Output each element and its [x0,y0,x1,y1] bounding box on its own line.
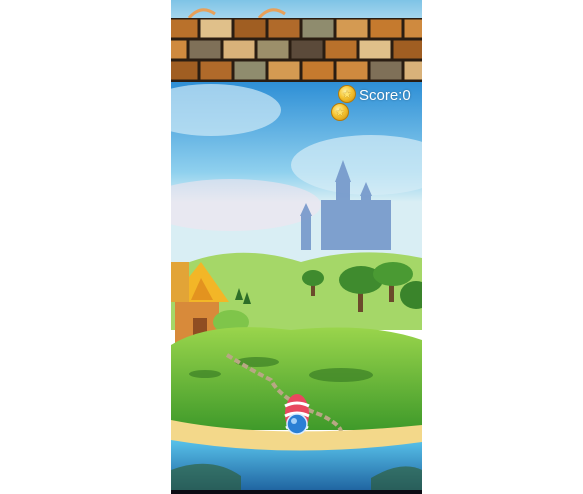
brick [171,61,198,80]
brick [302,19,334,38]
brick [171,19,198,38]
score-label: Score:0 [359,87,411,104]
brick-wall [171,18,422,83]
candy-bubble-launcher-icon[interactable] [282,394,312,444]
brick [257,40,289,59]
star-icon: ★ [335,105,345,119]
hill-shadow [309,368,373,382]
coin-star-icon: ★ [338,85,356,103]
brick [200,61,232,80]
brick [404,61,422,80]
hill-shadow [189,370,221,378]
bottom-bar [171,490,422,494]
brick [171,40,187,59]
brick [336,61,368,80]
brick [234,19,266,38]
brick [268,61,300,80]
hill-shadow [235,357,279,367]
brick [404,19,422,38]
coin-star-icon: ★ [331,103,349,121]
game-area[interactable]: ★ ★ Score:0 [171,0,422,494]
brick [325,40,357,59]
brick [189,40,221,59]
brick [223,40,255,59]
brick [302,61,334,80]
brick [291,40,323,59]
next-bubble [286,413,308,435]
brick [359,40,391,59]
brick [370,19,402,38]
brick [393,40,422,59]
brick [268,19,300,38]
brick [200,19,232,38]
brick [370,61,402,80]
star-icon: ★ [342,87,352,101]
brick [336,19,368,38]
brick [234,61,266,80]
